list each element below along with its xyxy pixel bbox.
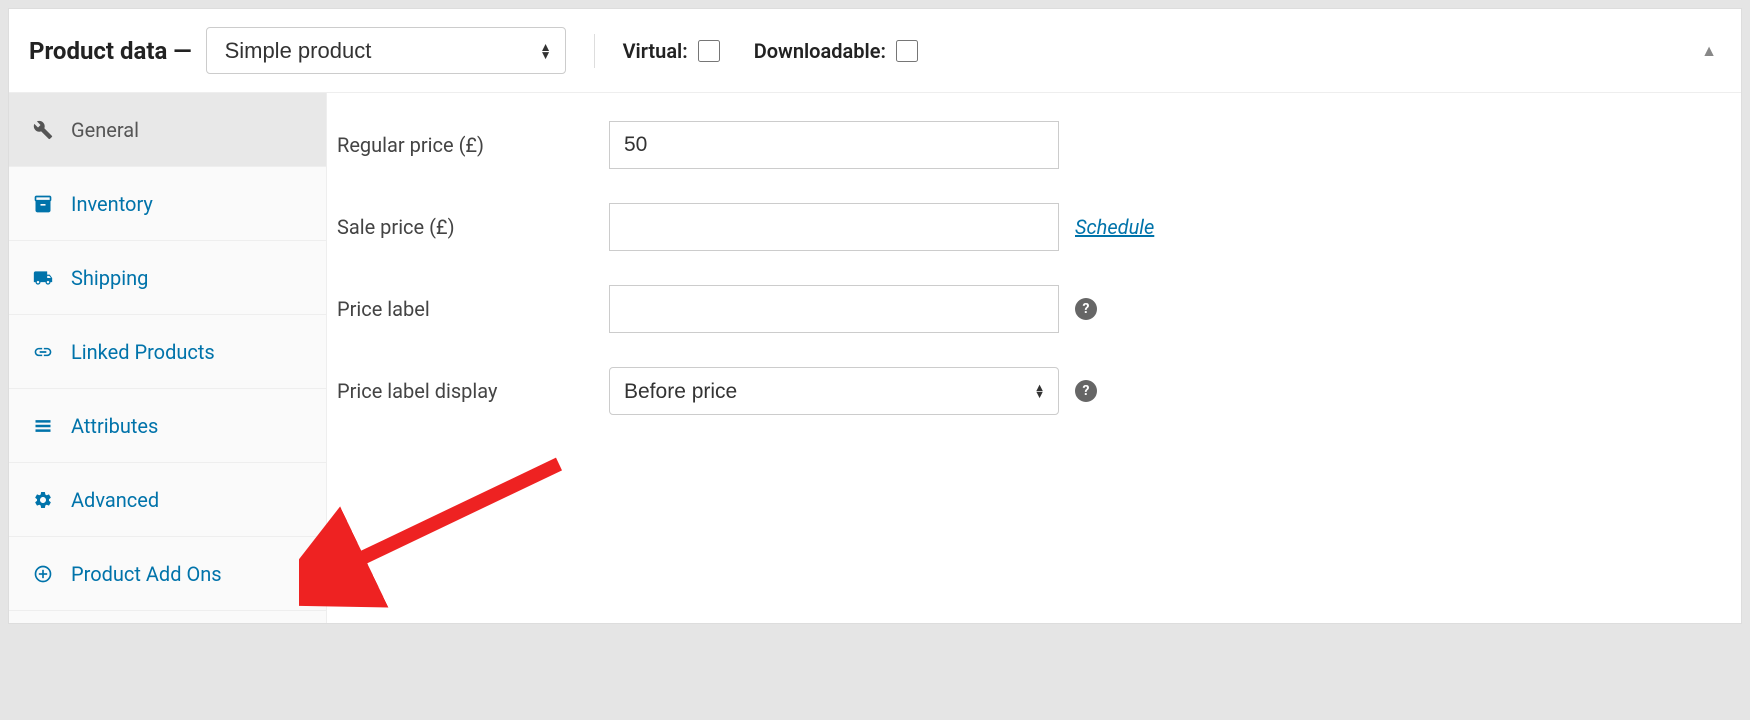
price-label-label: Price label (337, 297, 609, 321)
panel-header: Product data — Simple product ▲▼ Virtual… (9, 9, 1741, 93)
sidebar-item-linked-products[interactable]: Linked Products (9, 315, 326, 389)
price-label-row: Price label ? (337, 285, 1731, 333)
regular-price-input[interactable] (609, 121, 1059, 169)
truck-icon (29, 268, 57, 288)
sidebar-item-label: Linked Products (71, 340, 215, 364)
sidebar-item-label: General (71, 118, 139, 142)
sidebar-item-label: Attributes (71, 414, 158, 438)
product-type-select-wrap: Simple product ▲▼ (206, 27, 566, 74)
link-icon (29, 342, 57, 362)
sidebar-item-label: Product Add Ons (71, 562, 222, 586)
sidebar-item-label: Inventory (71, 192, 153, 216)
sidebar-item-label: Advanced (71, 488, 159, 512)
list-icon (29, 416, 57, 436)
sidebar-item-advanced[interactable]: Advanced (9, 463, 326, 537)
content-area: Regular price (£) Sale price (£) Schedul… (327, 93, 1741, 623)
help-icon[interactable]: ? (1075, 298, 1097, 320)
virtual-checkbox[interactable] (698, 40, 720, 62)
sidebar: General Inventory Shipping Linked Produc… (9, 93, 327, 623)
price-label-display-label: Price label display (337, 379, 609, 403)
panel-title: Product data — (29, 37, 192, 65)
collapse-icon[interactable]: ▲ (1701, 41, 1717, 61)
gear-icon (29, 490, 57, 510)
sale-price-label: Sale price (£) (337, 215, 609, 239)
price-label-display-row: Price label display Before price ▲▼ ? (337, 367, 1731, 415)
sale-price-row: Sale price (£) Schedule (337, 203, 1731, 251)
sidebar-item-product-add-ons[interactable]: Product Add Ons (9, 537, 326, 611)
virtual-label: Virtual: (623, 39, 688, 63)
price-label-display-select[interactable]: Before price (609, 367, 1059, 415)
virtual-option[interactable]: Virtual: (623, 39, 720, 63)
downloadable-option[interactable]: Downloadable: (754, 39, 918, 63)
header-separator (594, 34, 595, 68)
sidebar-item-shipping[interactable]: Shipping (9, 241, 326, 315)
sidebar-item-label: Shipping (71, 266, 148, 290)
regular-price-label: Regular price (£) (337, 133, 609, 157)
sidebar-item-general[interactable]: General (9, 93, 326, 167)
help-icon[interactable]: ? (1075, 380, 1097, 402)
price-label-display-select-wrap: Before price ▲▼ (609, 367, 1059, 415)
wrench-icon (29, 120, 57, 140)
plus-circle-icon (29, 564, 57, 584)
regular-price-row: Regular price (£) (337, 121, 1731, 169)
sale-price-input[interactable] (609, 203, 1059, 251)
product-type-select[interactable]: Simple product (206, 27, 566, 74)
sidebar-item-inventory[interactable]: Inventory (9, 167, 326, 241)
product-data-panel: Product data — Simple product ▲▼ Virtual… (8, 8, 1742, 624)
sidebar-item-attributes[interactable]: Attributes (9, 389, 326, 463)
schedule-link[interactable]: Schedule (1075, 215, 1154, 239)
inventory-icon (29, 194, 57, 214)
downloadable-label: Downloadable: (754, 39, 886, 63)
price-label-input[interactable] (609, 285, 1059, 333)
downloadable-checkbox[interactable] (896, 40, 918, 62)
panel-body: General Inventory Shipping Linked Produc… (9, 93, 1741, 623)
